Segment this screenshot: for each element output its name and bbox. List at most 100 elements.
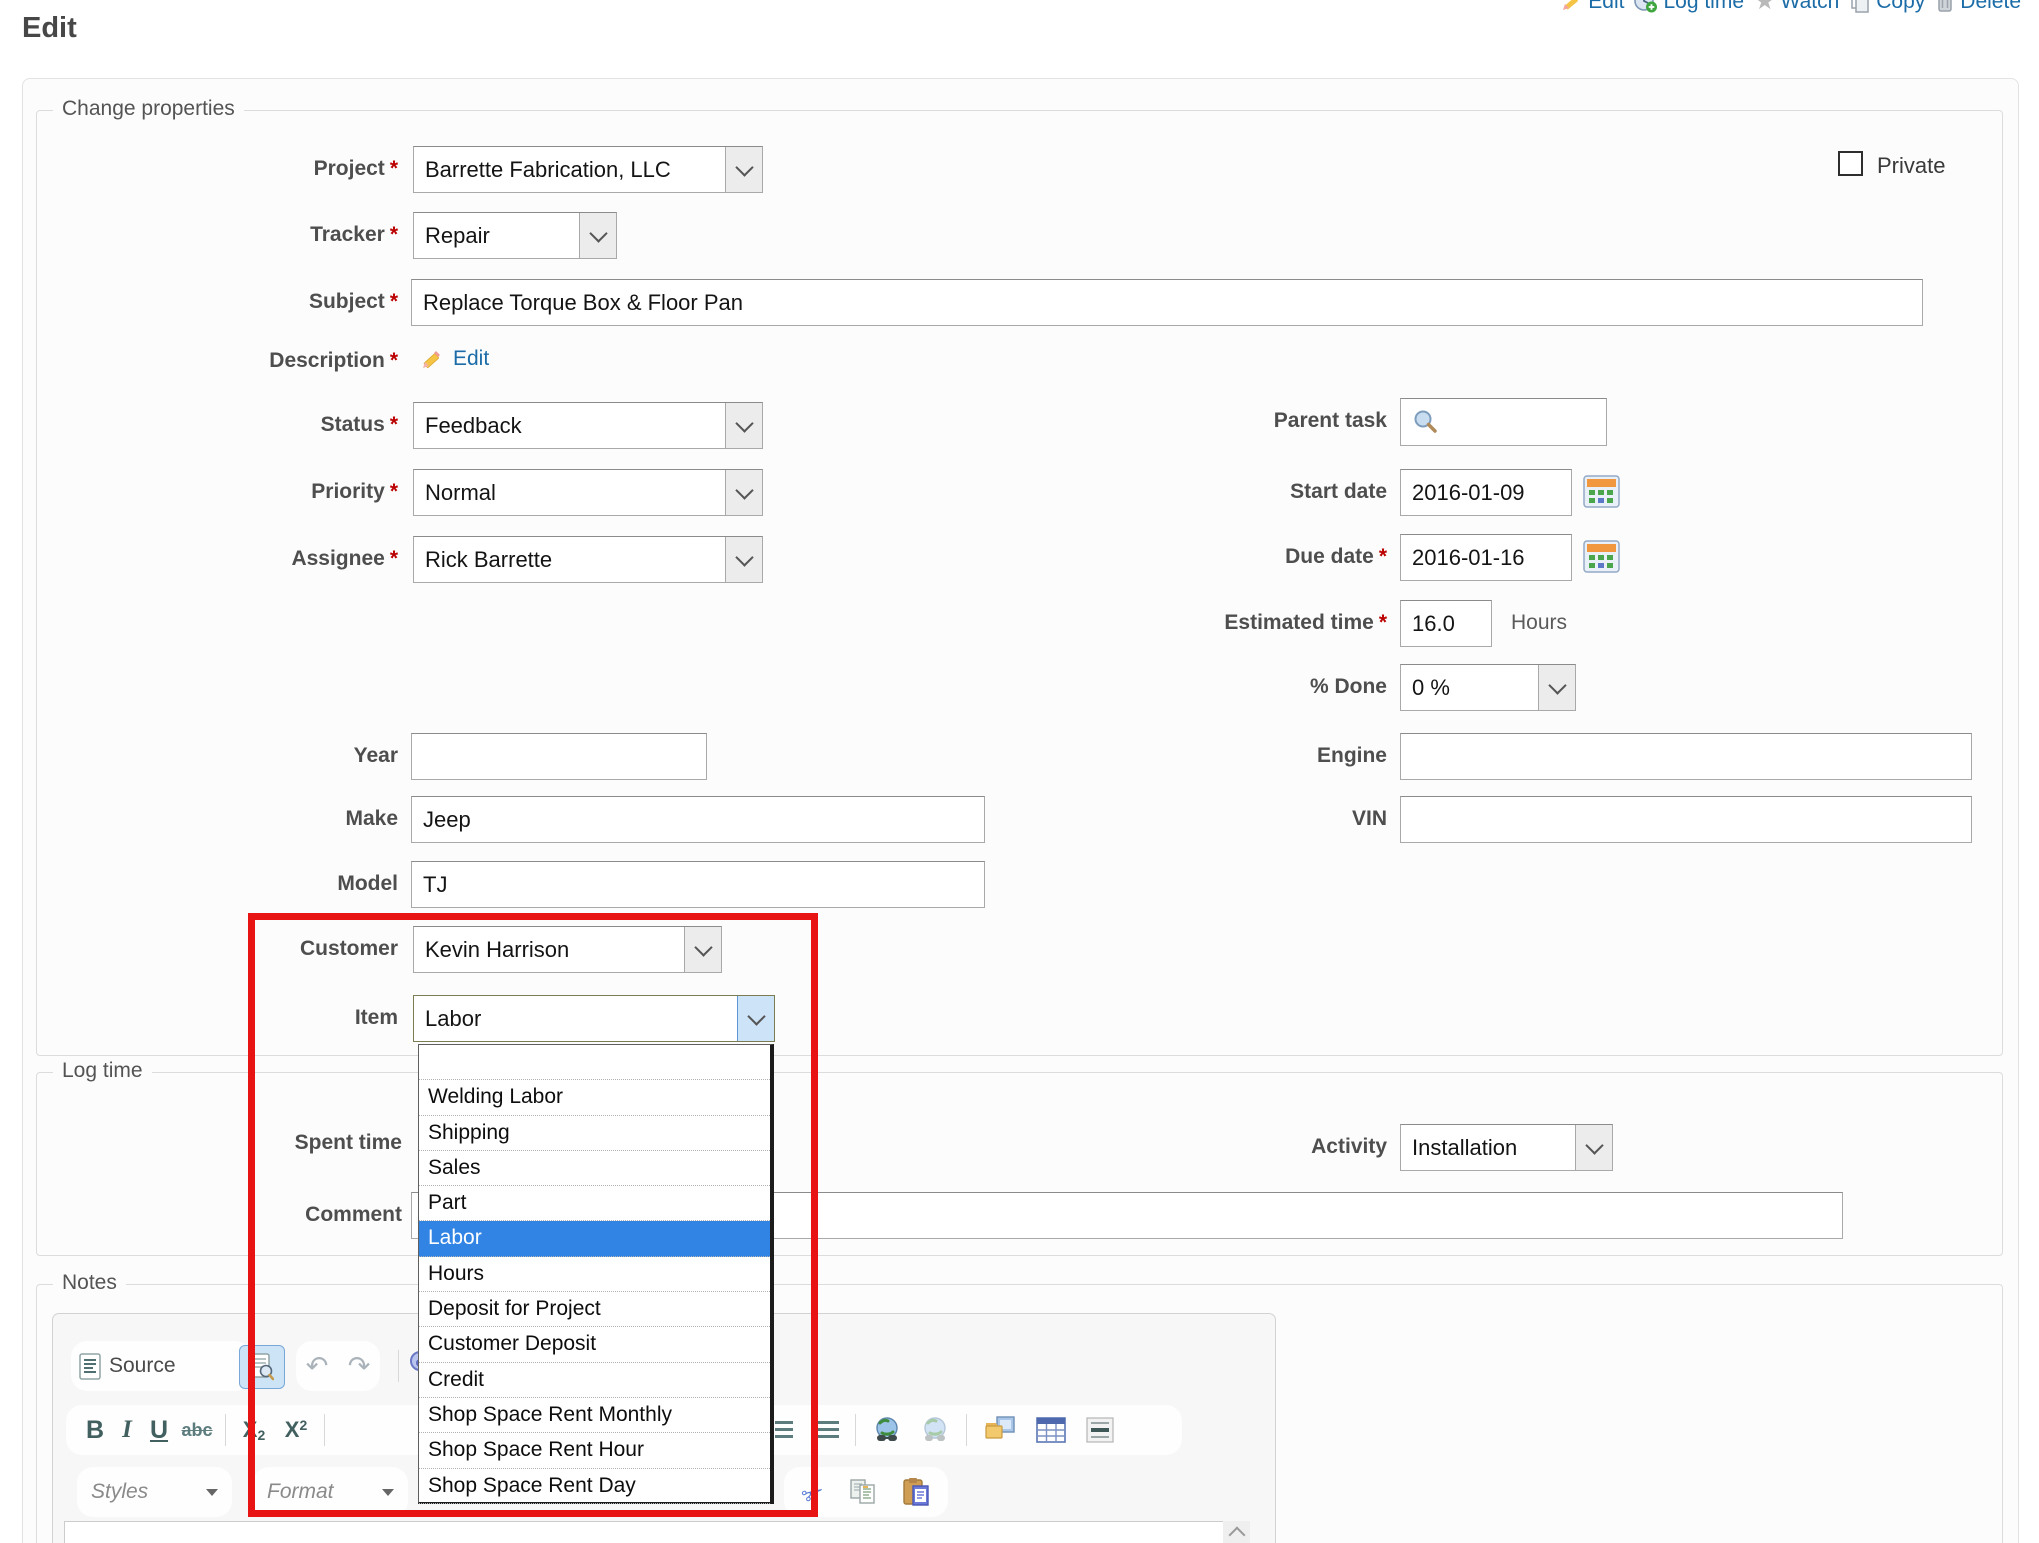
- subject-label: Subject*: [50, 290, 398, 314]
- vin-label: VIN: [1087, 807, 1387, 831]
- item-select[interactable]: Labor: [413, 995, 775, 1042]
- private-checkbox[interactable]: [1838, 151, 1863, 176]
- assignee-select[interactable]: Rick Barrette: [413, 536, 763, 583]
- fieldset-legend: Log time: [53, 1059, 152, 1083]
- paste-clipboard-icon[interactable]: [902, 1477, 930, 1507]
- project-label: Project*: [50, 157, 398, 181]
- trash-icon: [1935, 0, 1955, 13]
- contextual-actions: Edit Log time ★ Watch Copy Delete: [1561, 0, 2021, 14]
- fieldset-legend: Change properties: [53, 97, 244, 121]
- dropdown-option[interactable]: Shop Space Rent Day: [419, 1469, 770, 1504]
- due-date-label: Due date*: [1087, 545, 1387, 569]
- image-icon[interactable]: [974, 1415, 1026, 1445]
- log-time-action-link[interactable]: Log time: [1634, 0, 1744, 14]
- action-label: Log time: [1663, 0, 1744, 14]
- project-select[interactable]: Barrette Fabrication, LLC: [413, 146, 763, 193]
- fieldset-legend: Notes: [53, 1271, 126, 1295]
- scroll-up-icon: [1228, 1527, 1245, 1543]
- format-dropdown[interactable]: Format: [253, 1467, 408, 1517]
- dropdown-option[interactable]: Customer Deposit: [419, 1327, 770, 1362]
- dropdown-option[interactable]: Deposit for Project: [419, 1292, 770, 1327]
- clock-add-icon: [1634, 0, 1658, 13]
- chevron-down-icon: [725, 537, 762, 582]
- description-label: Description*: [50, 349, 398, 373]
- dropdown-option[interactable]: Shop Space Rent Monthly: [419, 1398, 770, 1433]
- watch-action-link[interactable]: ★ Watch: [1754, 0, 1839, 14]
- bold-button[interactable]: B: [78, 1416, 112, 1445]
- strikethrough-button[interactable]: abc: [176, 1420, 218, 1441]
- dropdown-option[interactable]: Shop Space Rent Hour: [419, 1433, 770, 1468]
- chevron-down-icon: [1538, 665, 1575, 710]
- delete-action-link[interactable]: Delete: [1935, 0, 2021, 14]
- issue-edit-page: Edit Log time ★ Watch Copy Delete Edit C…: [0, 0, 2039, 1543]
- tracker-label: Tracker*: [50, 223, 398, 247]
- description-edit-link[interactable]: Edit: [453, 347, 489, 371]
- vin-input[interactable]: [1400, 796, 1972, 843]
- dropdown-option[interactable]: Shipping: [419, 1116, 770, 1151]
- copy-pages-icon[interactable]: [849, 1478, 877, 1506]
- redo-icon[interactable]: ↷: [348, 1351, 371, 1382]
- chevron-down-icon: [684, 927, 721, 972]
- action-label: Edit: [1588, 0, 1624, 14]
- dropdown-option[interactable]: Hours: [419, 1257, 770, 1292]
- private-label: Private: [1877, 153, 1945, 179]
- edit-action-link[interactable]: Edit: [1561, 0, 1624, 14]
- subscript-button[interactable]: X2: [233, 1417, 275, 1443]
- star-icon: ★: [1754, 0, 1776, 13]
- dropdown-option[interactable]: Part: [419, 1186, 770, 1221]
- parent-task-label: Parent task: [1087, 409, 1387, 433]
- due-date-input[interactable]: 2016-01-16: [1400, 534, 1572, 581]
- page-title: Edit: [22, 12, 77, 45]
- dropdown-option[interactable]: Welding Labor: [419, 1080, 770, 1115]
- priority-select[interactable]: Normal: [413, 469, 763, 516]
- chevron-down-icon: [725, 147, 762, 192]
- description-edit-row: Edit: [420, 347, 489, 371]
- table-icon[interactable]: [1026, 1417, 1076, 1443]
- templates-icon[interactable]: [239, 1345, 285, 1389]
- start-date-input[interactable]: 2016-01-09: [1400, 469, 1572, 516]
- customer-select[interactable]: Kevin Harrison: [413, 926, 722, 973]
- div-container-icon[interactable]: [804, 1421, 848, 1440]
- cut-icon[interactable]: ✂: [795, 1473, 831, 1511]
- horizontal-rule-icon[interactable]: [1076, 1417, 1124, 1443]
- activity-label: Activity: [1087, 1135, 1387, 1159]
- engine-input[interactable]: [1400, 733, 1972, 780]
- percent-done-select[interactable]: 0 %: [1400, 664, 1576, 711]
- notes-editor-content[interactable]: [64, 1521, 1224, 1543]
- styles-dropdown[interactable]: Styles: [77, 1467, 232, 1517]
- copy-action-link[interactable]: Copy: [1849, 0, 1925, 14]
- source-button[interactable]: Source: [109, 1354, 176, 1378]
- calendar-icon[interactable]: [1583, 539, 1620, 573]
- dropdown-option[interactable]: [419, 1045, 770, 1080]
- model-input[interactable]: TJ: [411, 861, 985, 908]
- dropdown-option[interactable]: Sales: [419, 1151, 770, 1186]
- chevron-down-icon: [382, 1489, 394, 1496]
- make-input[interactable]: Jeep: [411, 796, 985, 843]
- editor-scrollbar[interactable]: [1223, 1521, 1250, 1543]
- action-label: Delete: [1960, 0, 2021, 14]
- dropdown-option[interactable]: Credit: [419, 1363, 770, 1398]
- parent-task-input[interactable]: [1400, 398, 1607, 446]
- editor-group-clipboard: ✂: [784, 1467, 948, 1517]
- subject-input[interactable]: Replace Torque Box & Floor Pan: [411, 279, 1923, 326]
- activity-select[interactable]: Installation: [1400, 1124, 1613, 1171]
- source-doc-icon: [79, 1353, 101, 1380]
- link-icon[interactable]: [863, 1416, 911, 1444]
- year-input[interactable]: [411, 733, 707, 780]
- priority-label: Priority*: [50, 480, 398, 504]
- assignee-label: Assignee*: [50, 547, 398, 571]
- undo-icon[interactable]: ↶: [306, 1351, 329, 1382]
- unlink-icon[interactable]: [911, 1416, 959, 1444]
- pencil-icon: [420, 347, 444, 371]
- estimated-time-input[interactable]: 16.0: [1400, 600, 1492, 647]
- underline-button[interactable]: U: [142, 1416, 176, 1445]
- customer-label: Customer: [50, 937, 398, 961]
- status-select[interactable]: Feedback: [413, 402, 763, 449]
- tracker-select[interactable]: Repair: [413, 212, 617, 259]
- italic-button[interactable]: I: [112, 1416, 142, 1444]
- superscript-button[interactable]: X2: [275, 1417, 317, 1443]
- dropdown-option[interactable]: Labor: [419, 1221, 770, 1256]
- calendar-icon[interactable]: [1583, 474, 1620, 508]
- status-label: Status*: [50, 413, 398, 437]
- action-label: Watch: [1781, 0, 1840, 14]
